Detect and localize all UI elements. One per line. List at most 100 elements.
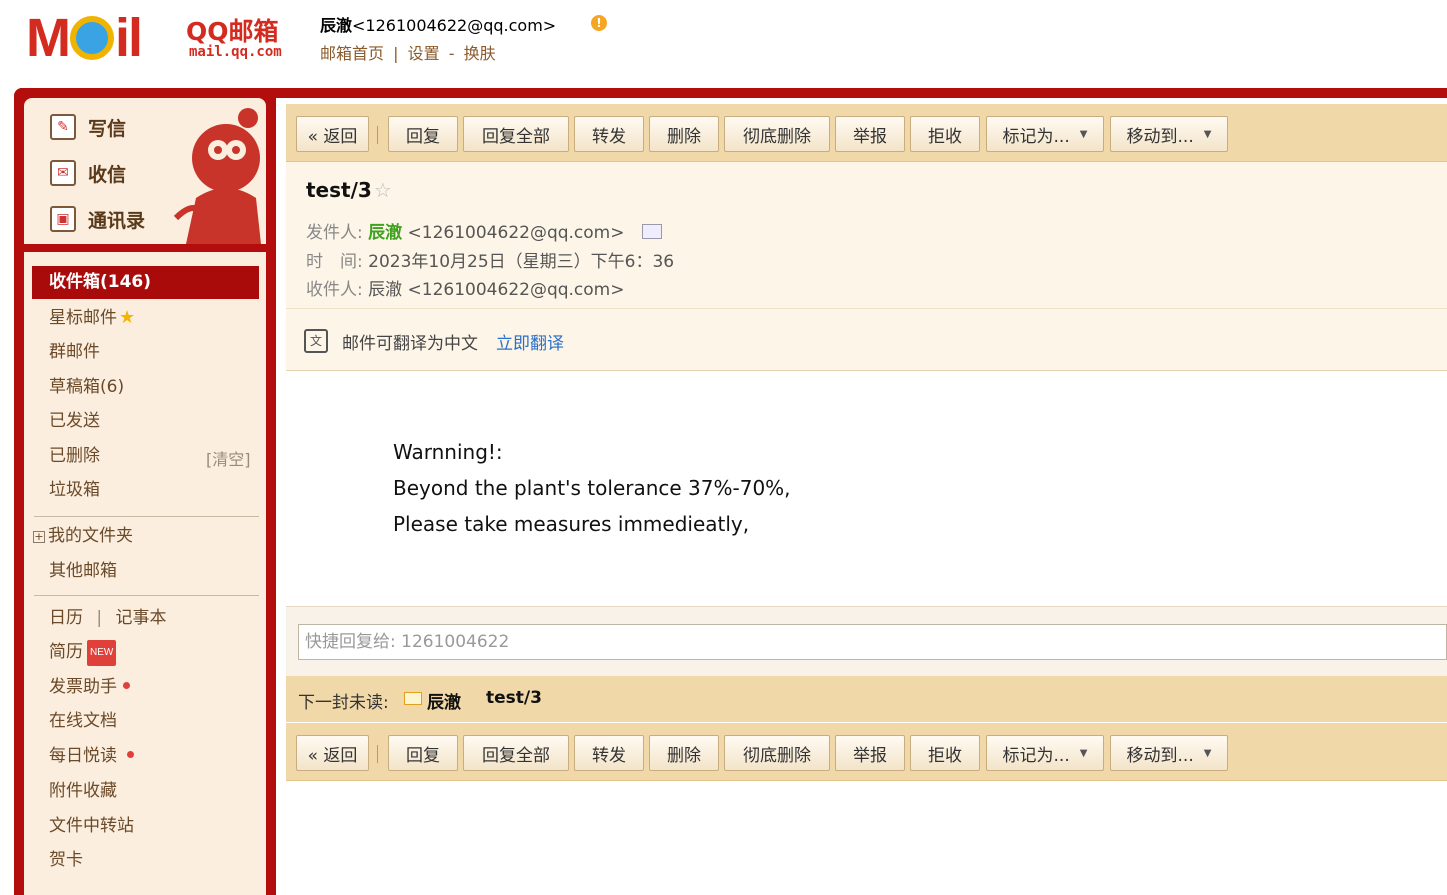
sidebar-item-attachments[interactable]: 附件收藏 [49,779,117,803]
separator: | [96,608,103,628]
logo-url: mail.qq.com [189,44,282,60]
move-to-label: 移动到... [1126,126,1194,147]
reply-button[interactable]: 回复 [388,116,458,152]
monkey-papercut-icon [173,108,261,244]
delete-button[interactable]: 删除 [649,735,719,771]
report-button[interactable]: 举报 [835,116,905,152]
warning-icon[interactable]: ! [591,15,607,31]
reply-button[interactable]: 回复 [388,735,458,771]
sidebar-item-spam[interactable]: 垃圾箱 [49,478,100,502]
star-outline-icon[interactable]: ☆ [374,178,392,202]
sidebar-item-drafts[interactable]: 草稿箱(6) [49,375,124,399]
sidebar-item-file-transfer[interactable]: 文件中转站 [49,814,134,838]
receive-label: 收信 [88,163,127,186]
report-button[interactable]: 举报 [835,735,905,771]
reply-all-button[interactable]: 回复全部 [463,116,569,152]
caret-down-icon: ▼ [1079,747,1088,759]
forward-button[interactable]: 转发 [574,116,644,152]
sidebar-item-invoice[interactable]: 发票助手 [49,675,130,699]
to-label: 收件人: [306,280,363,300]
sidebar-item-group-mail[interactable]: 群邮件 [49,340,100,364]
time-label: 时 间: [306,252,363,272]
move-to-dropdown[interactable]: 移动到... ▼ [1110,116,1228,152]
clear-trash-link[interactable]: [清空] [206,446,251,470]
user-name: 辰澈 [320,16,353,35]
link-mail-home[interactable]: 邮箱首页 [320,44,384,63]
separator: - [448,44,455,63]
sidebar-item-deleted[interactable]: 已删除 [49,444,100,468]
mail-subject: test/3 ☆ [306,178,392,202]
sidebar-item-greeting-card[interactable]: 贺卡 [49,848,83,872]
body-line: Warnning!: [393,440,503,464]
sidebar-item-online-docs[interactable]: 在线文档 [49,709,117,733]
contacts-icon: ▣ [50,206,76,232]
separator: | [393,44,399,63]
mark-as-dropdown[interactable]: 标记为... ▼ [986,116,1104,152]
inbox-receive-icon: ✉ [50,160,76,186]
notification-dot-icon [127,751,134,758]
delete-forever-button[interactable]: 彻底删除 [724,116,830,152]
to-value: 辰澈 <1261004622@qq.com> [368,280,625,300]
mark-as-dropdown[interactable]: 标记为... ▼ [986,735,1104,771]
qq-mail-logo[interactable]: Mil QQ邮箱 mail.qq.com [26,8,296,68]
sidebar-quick-panel: ✎ 写信 ✉ 收信 ▣ 通讯录 [24,98,266,244]
body-line: Beyond the plant's tolerance 37%-70%, [393,476,791,500]
sidebar-item-label: 星标邮件 [49,308,117,328]
from-label: 发件人: [306,223,363,243]
sender-name[interactable]: 辰澈 [368,223,402,243]
mail-header: test/3 ☆ 发件人: 辰澈 <1261004622@qq.com> 时 间:… [286,162,1447,308]
user-email: <1261004622@qq.com> [352,16,557,35]
caret-down-icon: ▼ [1079,128,1088,140]
delete-button[interactable]: 删除 [649,116,719,152]
contact-card-icon[interactable] [641,224,662,239]
logo-moil-text: Mil [26,8,143,68]
from-row: 发件人: 辰澈 <1261004622@qq.com> [306,218,662,243]
delete-forever-button[interactable]: 彻底删除 [724,735,830,771]
mail-reading-pane: « 返回 回复 回复全部 转发 删除 彻底删除 举报 拒收 标记为... ▼ 移动… [276,98,1447,895]
logo-brand: QQ邮箱 [186,17,279,46]
back-button[interactable]: « 返回 [296,735,369,771]
sidebar-item-my-folders[interactable]: + 我的文件夹 [33,524,133,548]
sidebar-nav: 收件箱(146) 星标邮件 ★ 群邮件 草稿箱(6) 已发送 已删除 [清空] 垃… [24,252,266,895]
quick-reply-input[interactable]: 快捷回复给: 1261004622 [298,624,1447,660]
link-change-skin[interactable]: 换肤 [464,44,496,63]
receive-mail-button[interactable]: ✉ 收信 [50,158,126,188]
next-unread-from[interactable]: 辰澈 [427,688,461,713]
compose-button[interactable]: ✎ 写信 [50,112,126,142]
forward-button[interactable]: 转发 [574,735,644,771]
contacts-label: 通讯录 [88,209,146,232]
translate-now-link[interactable]: 立即翻译 [496,329,564,354]
user-identity: 辰澈<1261004622@qq.com> [320,12,556,36]
mail-toolbar-bottom: « 返回 回复 回复全部 转发 删除 彻底删除 举报 拒收 标记为... ▼ 移动… [286,723,1447,781]
next-unread-bar: 下一封未读: 辰澈 test/3 [286,676,1447,722]
expand-icon[interactable]: + [33,531,45,543]
contacts-button[interactable]: ▣ 通讯录 [50,204,145,234]
time-row: 时 间: 2023年10月25日（星期三）下午6：36 [306,247,674,272]
back-button[interactable]: « 返回 [296,116,369,152]
reject-button[interactable]: 拒收 [910,116,980,152]
sidebar-item-notebook[interactable]: 记事本 [116,608,167,628]
sidebar-item-sent[interactable]: 已发送 [49,409,100,433]
link-settings[interactable]: 设置 [408,44,440,63]
sidebar-item-starred[interactable]: 星标邮件 ★ [49,306,135,330]
sidebar-item-inbox[interactable]: 收件箱(146) [32,266,259,299]
sidebar-item-other-mailboxes[interactable]: 其他邮箱 [49,559,117,583]
sidebar-item-calendar[interactable]: 日历 [49,608,83,628]
reply-all-button[interactable]: 回复全部 [463,735,569,771]
sidebar-tools-row: 日历 | 记事本 [49,606,167,630]
sidebar-item-label: 简历 [49,642,83,662]
subject-text: test/3 [306,178,372,202]
toolbar-separator [377,745,378,763]
next-unread-subject[interactable]: test/3 [486,688,542,708]
compose-icon: ✎ [50,114,76,140]
translate-bar: 文 邮件可翻译为中文 立即翻译 [286,308,1447,371]
sidebar-item-resume[interactable]: 简历 NEW [49,640,117,666]
notification-dot-icon [123,682,130,689]
body-line: Please take measures immedieatly, [393,512,750,536]
reject-button[interactable]: 拒收 [910,735,980,771]
caret-down-icon: ▼ [1203,747,1212,759]
sidebar-item-daily-reading[interactable]: 每日悦读 [49,744,134,768]
translate-icon: 文 [304,329,328,353]
star-icon: ★ [119,307,136,328]
move-to-dropdown[interactable]: 移动到... ▼ [1110,735,1228,771]
